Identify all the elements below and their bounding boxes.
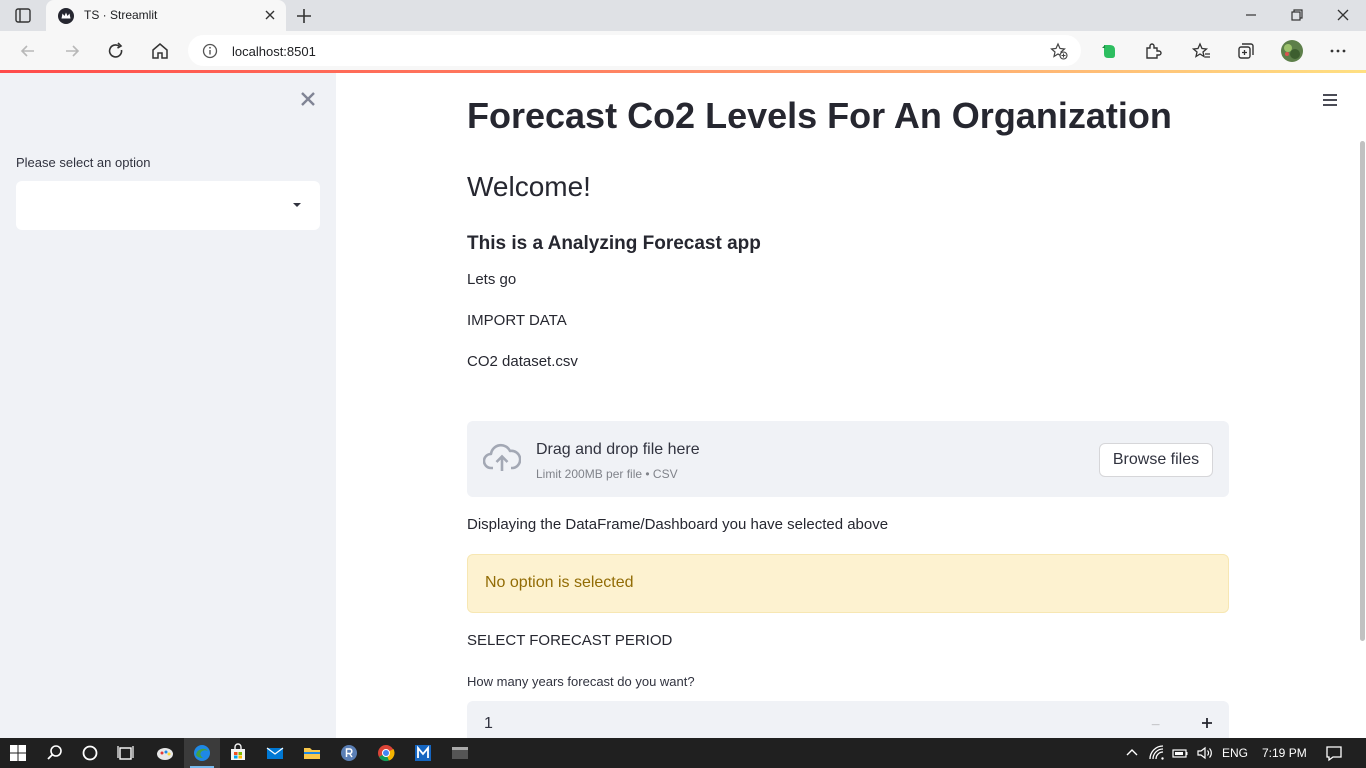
main-content: Forecast Co2 Levels For An Organization …: [336, 73, 1358, 749]
scrollbar-thumb[interactable]: [1360, 141, 1365, 641]
select-label: Please select an option: [16, 155, 151, 170]
address-bar[interactable]: localhost:8501: [188, 35, 1081, 66]
upload-title: Drag and drop file here: [536, 441, 700, 458]
app-subtitle: This is a Analyzing Forecast app: [467, 233, 761, 254]
close-tab-icon[interactable]: [263, 8, 277, 22]
more-options-icon[interactable]: [1328, 41, 1348, 61]
search-icon[interactable]: [45, 743, 65, 763]
clock[interactable]: 7:19 PM: [1262, 746, 1307, 760]
r-app-icon[interactable]: [339, 743, 359, 763]
windows-start-icon[interactable]: [8, 743, 28, 763]
forward-arrow-icon[interactable]: [62, 41, 82, 61]
dataset-name-text: CO2 dataset.csv: [467, 353, 578, 370]
sidebar: Please select an option: [0, 73, 336, 738]
language-indicator[interactable]: ENG: [1222, 746, 1248, 760]
favorites-icon[interactable]: [1192, 41, 1212, 61]
paint-app-icon[interactable]: [155, 743, 175, 763]
warning-text: No option is selected: [485, 574, 634, 591]
warning-alert: No option is selected: [467, 554, 1229, 613]
page-title: Forecast Co2 Levels For An Organization: [467, 95, 1172, 136]
evernote-extension-icon[interactable]: [1099, 41, 1119, 61]
close-window-icon[interactable]: [1333, 5, 1353, 25]
streamlit-crown-icon: [58, 8, 74, 24]
app-manager-icon[interactable]: [413, 743, 433, 763]
mail-icon[interactable]: [265, 743, 285, 763]
task-view-icon[interactable]: [116, 743, 136, 763]
os-taskbar: ENG 7:19 PM: [0, 738, 1366, 768]
extensions-puzzle-icon[interactable]: [1143, 41, 1163, 61]
lets-go-text: Lets go: [467, 271, 517, 288]
browser-tab[interactable]: TS · Streamlit: [46, 0, 286, 31]
battery-icon[interactable]: [1170, 743, 1190, 763]
minimize-window-icon[interactable]: [1241, 5, 1261, 25]
tab-title: TS · Streamlit: [84, 8, 158, 22]
store-icon[interactable]: [228, 743, 248, 763]
profile-avatar-icon[interactable]: [1280, 39, 1304, 63]
volume-icon[interactable]: [1195, 743, 1215, 763]
address-url: localhost:8501: [232, 44, 316, 59]
cloud-upload-icon: [483, 443, 521, 471]
notifications-icon[interactable]: [1324, 743, 1344, 763]
display-description: Displaying the DataFrame/Dashboard you h…: [467, 516, 889, 533]
add-favorite-icon[interactable]: [1050, 42, 1068, 60]
import-data-text: IMPORT DATA: [467, 312, 567, 329]
tab-actions-icon[interactable]: [15, 8, 31, 23]
browser-toolbar: localhost:8501: [0, 31, 1366, 70]
cortana-icon[interactable]: [80, 743, 100, 763]
browse-files-button[interactable]: Browse files: [1099, 443, 1213, 477]
forecast-period-header: SELECT FORECAST PERIOD: [467, 632, 673, 649]
close-sidebar-icon[interactable]: [299, 90, 317, 108]
browser-tab-bar: TS · Streamlit: [0, 0, 1366, 31]
file-uploader[interactable]: Drag and drop file here Limit 200MB per …: [467, 421, 1229, 497]
decrement-button[interactable]: −: [1151, 717, 1160, 735]
edge-browser-icon[interactable]: [192, 743, 212, 763]
restore-window-icon[interactable]: [1287, 5, 1307, 25]
caret-down-icon[interactable]: [292, 201, 302, 209]
hamburger-menu-icon[interactable]: [1322, 93, 1338, 107]
option-select[interactable]: [16, 181, 320, 230]
increment-plus-icon[interactable]: [1197, 713, 1217, 733]
years-value: 1: [484, 715, 493, 732]
years-input-label: How many years forecast do you want?: [467, 674, 695, 689]
upload-limit-hint: Limit 200MB per file • CSV: [536, 467, 678, 481]
chrome-icon[interactable]: [376, 743, 396, 763]
welcome-heading: Welcome!: [467, 171, 591, 202]
collections-icon[interactable]: [1236, 41, 1256, 61]
chevron-up-icon[interactable]: [1122, 743, 1142, 763]
page-scrollbar[interactable]: [1358, 73, 1366, 738]
home-icon[interactable]: [150, 41, 170, 61]
site-info-icon[interactable]: [202, 43, 218, 59]
back-arrow-icon[interactable]: [18, 41, 38, 61]
terminal-icon[interactable]: [450, 743, 470, 763]
refresh-icon[interactable]: [106, 41, 126, 61]
new-tab-icon[interactable]: [294, 6, 314, 26]
file-explorer-icon[interactable]: [302, 743, 322, 763]
wifi-icon[interactable]: [1147, 743, 1167, 763]
